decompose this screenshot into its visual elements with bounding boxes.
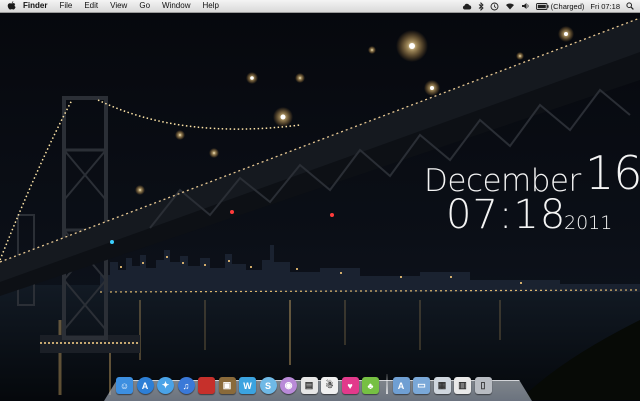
menu-file[interactable]: File [59, 0, 72, 12]
apple-menu-icon[interactable] [7, 1, 17, 11]
app-store-icon[interactable]: A [136, 377, 154, 394]
finder-icon[interactable]: ☺ [116, 377, 133, 394]
volume-icon[interactable] [521, 2, 530, 10]
battery-icon[interactable] [535, 2, 549, 10]
iphoto-icon[interactable]: ▣ [218, 377, 236, 394]
widget-time: 07:18 [446, 192, 567, 238]
trash-icon[interactable]: ▯ [474, 377, 492, 394]
widget-year: 2011 [564, 212, 613, 234]
itunes-icon[interactable]: ♫ [177, 377, 195, 394]
preview-doc-icon[interactable]: ▥ [454, 377, 471, 394]
bluetooth-icon[interactable] [478, 1, 484, 11]
heart-app-icon[interactable]: ♥ [341, 377, 359, 394]
photo-booth-icon[interactable] [198, 377, 215, 394]
wifi-icon[interactable] [505, 2, 515, 10]
time-machine-icon[interactable] [490, 2, 499, 11]
cloud-icon[interactable] [462, 3, 472, 10]
menubar-clock[interactable]: Fri 07:18 [590, 2, 620, 11]
menu-finder[interactable]: Finder [23, 0, 47, 12]
messenger-icon[interactable]: W [239, 377, 256, 394]
android-icon[interactable]: ♣ [362, 377, 379, 394]
safari-icon[interactable]: ✦ [157, 377, 174, 394]
menu-edit[interactable]: Edit [84, 0, 98, 12]
spotlight-search-icon[interactable] [626, 2, 634, 10]
menu-window[interactable]: Window [162, 0, 190, 12]
dock: ☺ A ✦ ♫ ▣ W S ◉ ▤ ☃ ♥ ♣ A ▭ ▦ ▥ ▯ [116, 370, 526, 394]
menu-bar: Finder File Edit View Go Window Help (Ch… [0, 0, 640, 13]
menu-help[interactable]: Help [202, 0, 218, 12]
menu-go[interactable]: Go [139, 0, 150, 12]
widget-day: 16 [585, 146, 640, 200]
battery-status: (Charged) [550, 1, 585, 11]
chat-bubble-icon[interactable]: ◉ [280, 377, 297, 394]
applications-folder-icon[interactable]: A [392, 377, 410, 394]
preview-icon[interactable]: ▤ [300, 377, 318, 394]
skype-icon[interactable]: S [259, 377, 277, 394]
dock-separator [385, 374, 388, 394]
monster-icon[interactable]: ☃ [321, 377, 338, 394]
menu-view[interactable]: View [110, 0, 127, 12]
downloads-stack-icon[interactable]: ▦ [433, 377, 451, 394]
documents-folder-icon[interactable]: ▭ [413, 377, 430, 394]
menu-extras: (Charged) Fri 07:18 [456, 0, 640, 12]
